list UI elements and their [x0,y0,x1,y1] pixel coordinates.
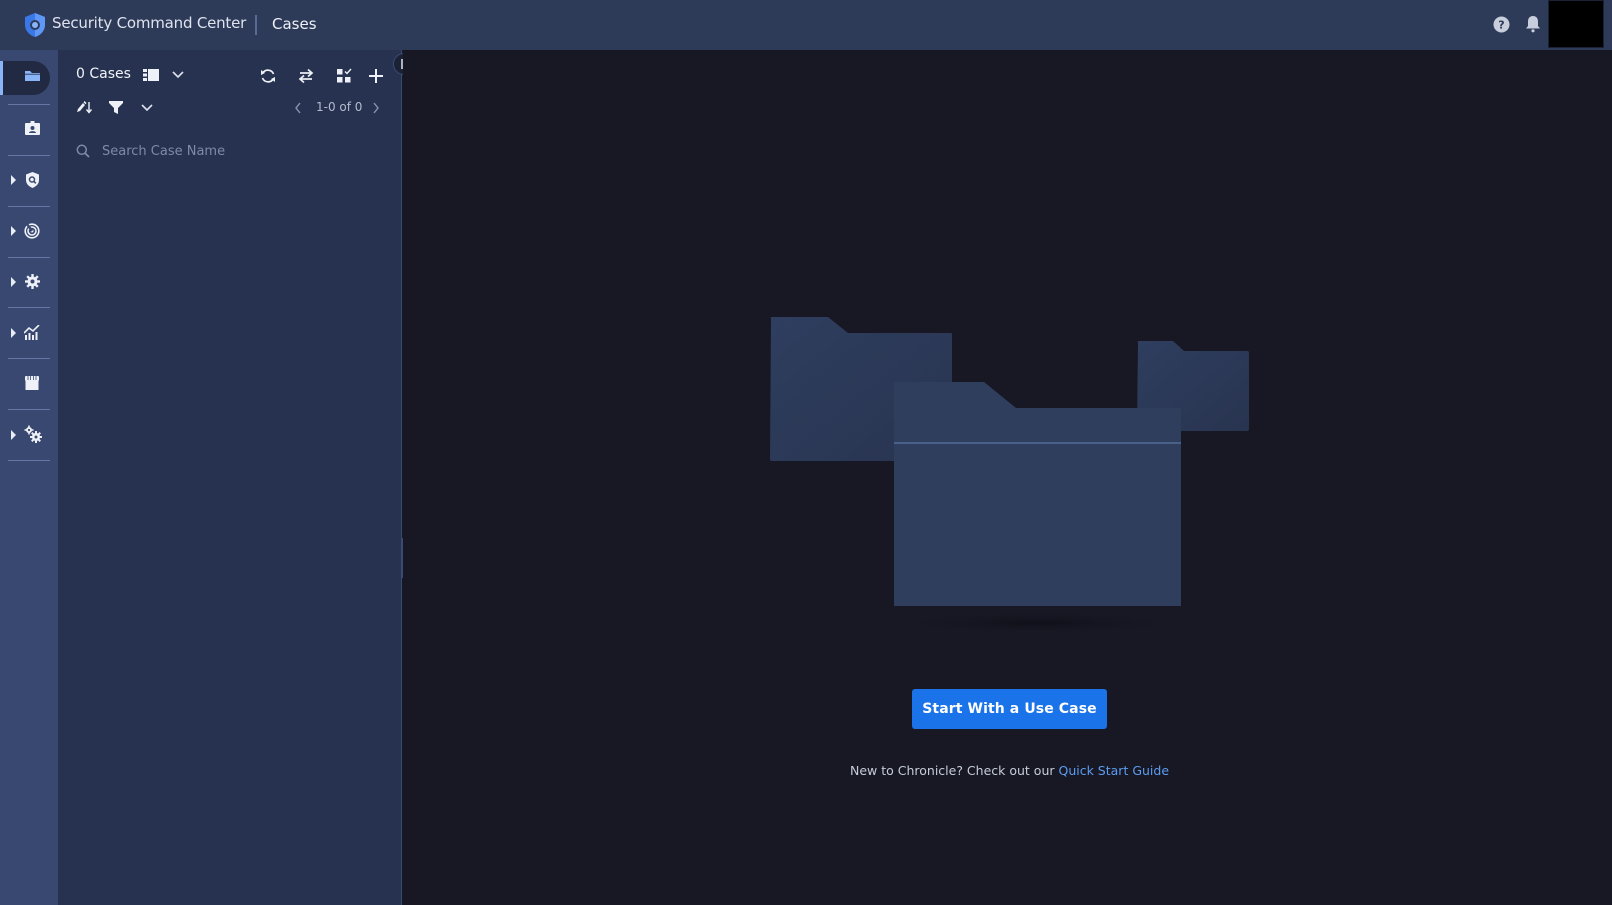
rail-divider [8,257,50,258]
sort-icon[interactable] [76,100,92,114]
app-title[interactable]: Security Command Center [52,14,246,32]
top-header: Security Command Center Cases ? [0,0,1612,50]
prev-page-chevron-left-icon[interactable] [294,102,302,114]
rail-item-detection[interactable] [0,211,58,251]
rail-item-settings[interactable] [0,415,58,455]
rail-item-dashboards[interactable] [0,313,58,353]
expand-caret-icon [11,277,16,287]
filter-icon[interactable] [109,100,123,114]
rail-item-response[interactable] [0,262,58,302]
search-icon [76,144,90,158]
notifications-bell-icon[interactable] [1525,15,1541,33]
hint-text: New to Chronicle? Check out our [849,763,1059,778]
rail-item-profile[interactable] [0,109,58,149]
view-toggle-icon[interactable] [143,68,159,82]
refresh-icon[interactable] [260,68,276,84]
swap-icon[interactable] [298,68,314,84]
page-title: Cases [272,15,317,33]
gear-icon [25,274,41,290]
expand-caret-icon [11,175,16,185]
id-badge-icon [25,121,41,137]
rail-divider [8,409,50,410]
rail-divider [8,307,50,308]
add-case-icon[interactable] [368,68,384,84]
rail-divider [8,358,50,359]
svg-text:?: ? [1498,19,1504,32]
filter-options-chevron-down-icon[interactable] [141,104,153,112]
user-avatar[interactable] [1548,0,1604,48]
expand-caret-icon [11,430,16,440]
storefront-icon [25,376,41,392]
help-icon[interactable]: ? [1493,16,1510,33]
front-folder [894,382,1181,606]
start-with-use-case-button[interactable]: Start With a Use Case [912,689,1107,729]
empty-folders-illustration [770,317,1249,635]
search-case-input[interactable] [102,136,382,166]
shield-logo-icon [23,12,47,38]
view-options-chevron-down-icon[interactable] [172,71,184,79]
radar-icon [24,223,40,239]
rail-divider [8,155,50,156]
expand-caret-icon [11,226,16,236]
rail-item-marketplace[interactable] [0,364,58,404]
rail-item-cases[interactable] [0,57,58,97]
folder-shadow [878,611,1198,635]
pagination-label: 1-0 of 0 [316,100,363,114]
quick-start-hint: New to Chronicle? Check out our Quick St… [0,763,1612,778]
rail-item-investigation[interactable] [0,160,58,200]
case-search [66,136,396,166]
header-divider [255,15,257,35]
chart-icon [24,325,40,341]
rail-divider [8,460,50,461]
rail-divider [8,206,50,207]
select-all-icon[interactable] [336,68,352,84]
quick-start-guide-link[interactable]: Quick Start Guide [1058,763,1169,778]
folder-icon [25,69,41,85]
rail-divider [8,104,50,105]
gears-icon [24,425,42,443]
cases-count: 0 Cases [76,66,131,82]
shield-search-icon [25,172,41,188]
next-page-chevron-right-icon[interactable] [372,102,380,114]
expand-caret-icon [11,328,16,338]
